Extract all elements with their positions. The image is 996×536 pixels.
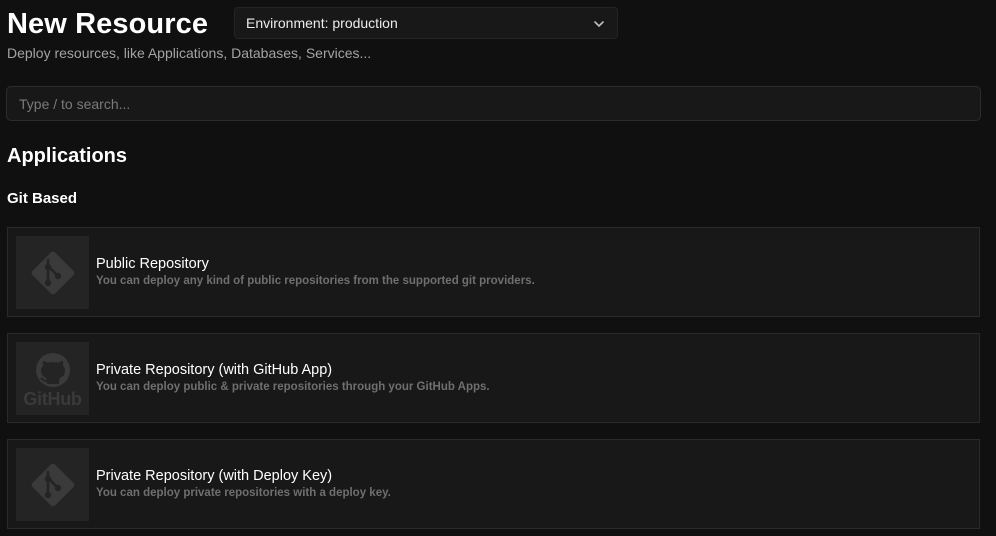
card-title: Private Repository (with GitHub App) [96, 362, 333, 378]
environment-select[interactable]: Environment: production [234, 7, 618, 39]
environment-select-value: Environment: production [246, 15, 398, 31]
new-resource-page: New Resource Environment: production Dep… [0, 0, 996, 536]
git-icon [16, 448, 89, 521]
section-title-applications: Applications [7, 145, 128, 167]
chevron-down-icon [594, 21, 604, 27]
github-icon: GitHub [16, 342, 89, 415]
resource-card-public-repository[interactable]: Public Repository You can deploy any kin… [7, 227, 980, 317]
resource-card-private-repository-github-app[interactable]: GitHub Private Repository (with GitHub A… [7, 333, 980, 423]
card-description: You can deploy any kind of public reposi… [96, 275, 535, 287]
page-title: New Resource [7, 8, 209, 40]
card-description: You can deploy private repositories with… [96, 487, 391, 499]
page-subtitle: Deploy resources, like Applications, Dat… [7, 45, 372, 61]
subsection-title-git-based: Git Based [7, 190, 78, 207]
resource-card-private-repository-deploy-key[interactable]: Private Repository (with Deploy Key) You… [7, 439, 980, 529]
git-icon [16, 236, 89, 309]
card-title: Private Repository (with Deploy Key) [96, 468, 333, 484]
card-description: You can deploy public & private reposito… [96, 381, 490, 393]
card-title: Public Repository [96, 256, 209, 272]
search-input[interactable] [6, 86, 981, 121]
github-icon-wordmark: GitHub [23, 388, 82, 409]
